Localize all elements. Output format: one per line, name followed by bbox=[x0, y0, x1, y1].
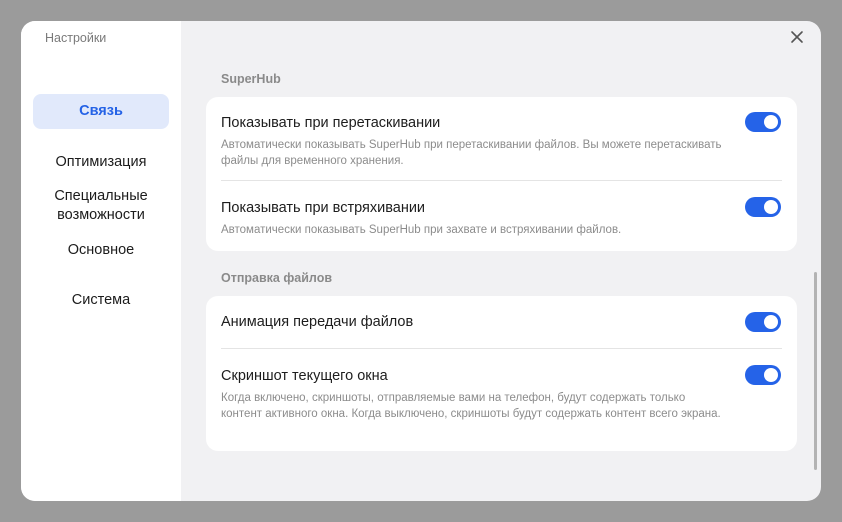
sidebar-item-accessibility[interactable]: Специальные возможности bbox=[33, 184, 169, 228]
transfer-animation-toggle[interactable] bbox=[745, 312, 781, 332]
section-title-file-sending: Отправка файлов bbox=[221, 271, 333, 285]
sidebar-item-optimization[interactable]: Оптимизация bbox=[33, 145, 169, 179]
setting-title: Скриншот текущего окна bbox=[221, 368, 388, 384]
sidebar: Настройки Связь Оптимизация Специальные … bbox=[21, 21, 181, 501]
superhub-card: Показывать при перетаскивании Автоматиче… bbox=[206, 97, 797, 251]
toggle-knob bbox=[764, 315, 778, 329]
section-title-superhub: SuperHub bbox=[221, 72, 281, 86]
close-button[interactable] bbox=[789, 29, 805, 45]
setting-row-show-on-shake: Показывать при встряхивании Автоматическ… bbox=[206, 181, 797, 238]
settings-window: Настройки Связь Оптимизация Специальные … bbox=[21, 21, 821, 501]
sidebar-item-general[interactable]: Основное bbox=[33, 232, 169, 268]
setting-title: Анимация передачи файлов bbox=[221, 314, 414, 330]
app-title: Настройки bbox=[45, 31, 107, 45]
sidebar-item-system[interactable]: Система bbox=[33, 282, 169, 318]
setting-row-show-on-drag: Показывать при перетаскивании Автоматиче… bbox=[206, 97, 797, 180]
window-screenshot-toggle[interactable] bbox=[745, 365, 781, 385]
close-icon bbox=[791, 31, 803, 43]
setting-description: Автоматически показывать SuperHub при за… bbox=[221, 224, 622, 236]
toggle-knob bbox=[764, 368, 778, 382]
setting-title: Показывать при перетаскивании bbox=[221, 115, 441, 131]
file-sending-card: Анимация передачи файлов Скриншот текуще… bbox=[206, 296, 797, 451]
show-on-drag-toggle[interactable] bbox=[745, 112, 781, 132]
setting-row-window-screenshot: Скриншот текущего окна Когда включено, с… bbox=[206, 349, 797, 422]
sidebar-nav: Связь Оптимизация Специальные возможност… bbox=[33, 94, 169, 318]
sidebar-item-connection[interactable]: Связь bbox=[33, 94, 169, 129]
setting-title: Показывать при встряхивании bbox=[221, 200, 426, 216]
toggle-knob bbox=[764, 200, 778, 214]
toggle-knob bbox=[764, 115, 778, 129]
setting-row-transfer-animation: Анимация передачи файлов bbox=[206, 296, 797, 348]
setting-description: Когда включено, скриншоты, отправляемые … bbox=[221, 392, 721, 420]
show-on-shake-toggle[interactable] bbox=[745, 197, 781, 217]
scrollbar[interactable] bbox=[814, 272, 817, 470]
main-content: SuperHub Показывать при перетаскивании А… bbox=[181, 21, 821, 501]
setting-description: Автоматически показывать SuperHub при пе… bbox=[221, 139, 722, 167]
